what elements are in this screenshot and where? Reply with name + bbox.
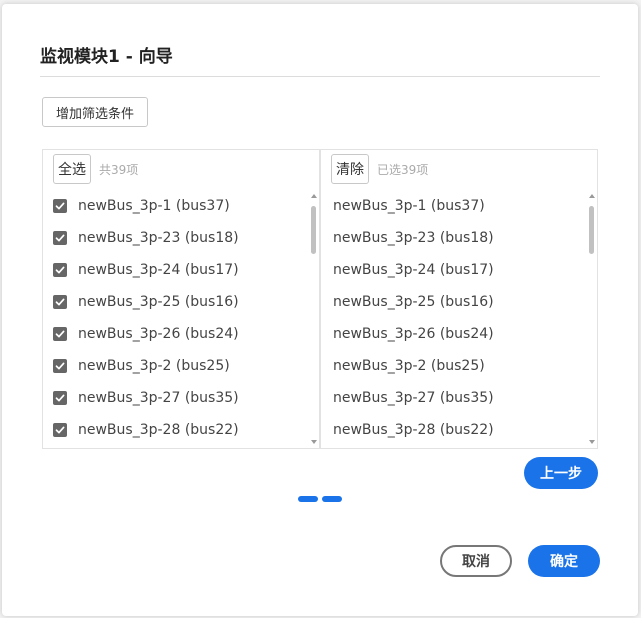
- selected-list-item[interactable]: newBus_3p-24 (bus17): [321, 254, 589, 286]
- select-all-button[interactable]: 全选: [53, 154, 91, 184]
- list-item-label: newBus_3p-1 (bus37): [78, 198, 230, 214]
- list-item-label: newBus_3p-25 (bus16): [78, 294, 239, 310]
- scroll-up-arrow-icon[interactable]: [589, 194, 595, 198]
- add-filter-button[interactable]: 增加筛选条件: [42, 97, 148, 127]
- step-indicator: [298, 496, 342, 502]
- scroll-thumb[interactable]: [311, 206, 316, 254]
- checkbox-checked-icon[interactable]: [53, 327, 67, 341]
- selected-list-panel: 清除 已选39项 newBus_3p-1 (bus37) newBus_3p-23…: [320, 149, 598, 449]
- available-list[interactable]: newBus_3p-1 (bus37) newBus_3p-23 (bus18) n…: [43, 190, 311, 446]
- list-item[interactable]: newBus_3p-27 (bus35): [43, 382, 311, 414]
- selected-list-item[interactable]: newBus_3p-1 (bus37): [321, 190, 589, 222]
- checkbox-checked-icon[interactable]: [53, 391, 67, 405]
- checkbox-checked-icon[interactable]: [53, 295, 67, 309]
- list-item-label: newBus_3p-23 (bus18): [78, 230, 239, 246]
- list-item[interactable]: newBus_3p-2 (bus25): [43, 350, 311, 382]
- list-item[interactable]: newBus_3p-23 (bus18): [43, 222, 311, 254]
- selected-list-header: 清除 已选39项: [331, 153, 428, 185]
- list-item-label: newBus_3p-2 (bus25): [78, 358, 230, 374]
- checkbox-checked-icon[interactable]: [53, 423, 67, 437]
- selected-list-item[interactable]: newBus_3p-23 (bus18): [321, 222, 589, 254]
- dialog-title: 监视模块1 - 向导: [40, 47, 173, 67]
- available-list-scrollbar[interactable]: [310, 192, 318, 446]
- previous-step-button[interactable]: 上一步: [524, 457, 598, 489]
- list-item[interactable]: newBus_3p-28 (bus22): [43, 414, 311, 446]
- step-dot: [298, 496, 318, 502]
- selected-list-item[interactable]: newBus_3p-27 (bus35): [321, 382, 589, 414]
- checkbox-checked-icon[interactable]: [53, 359, 67, 373]
- scroll-thumb[interactable]: [589, 206, 594, 254]
- list-item-label: newBus_3p-27 (bus35): [78, 390, 239, 406]
- checkbox-checked-icon[interactable]: [53, 263, 67, 277]
- checkbox-checked-icon[interactable]: [53, 231, 67, 245]
- selected-list-item[interactable]: newBus_3p-26 (bus24): [321, 318, 589, 350]
- list-item[interactable]: newBus_3p-24 (bus17): [43, 254, 311, 286]
- scroll-up-arrow-icon[interactable]: [311, 194, 317, 198]
- selected-count: 已选39项: [377, 162, 429, 177]
- selected-list[interactable]: newBus_3p-1 (bus37) newBus_3p-23 (bus18) n…: [321, 190, 589, 446]
- scroll-down-arrow-icon[interactable]: [589, 440, 595, 444]
- selected-list-item[interactable]: newBus_3p-25 (bus16): [321, 286, 589, 318]
- scroll-down-arrow-icon[interactable]: [311, 440, 317, 444]
- total-count: 共39项: [99, 162, 139, 177]
- wizard-dialog: 监视模块1 - 向导 增加筛选条件 全选 共39项 newBus_3p-1 (b…: [2, 4, 638, 616]
- checkbox-checked-icon[interactable]: [53, 199, 67, 213]
- list-item-label: newBus_3p-26 (bus24): [78, 326, 239, 342]
- cancel-button[interactable]: 取消: [440, 545, 512, 577]
- confirm-button[interactable]: 确定: [528, 545, 600, 577]
- title-divider: [40, 76, 600, 77]
- list-item[interactable]: newBus_3p-1 (bus37): [43, 190, 311, 222]
- step-dot: [322, 496, 342, 502]
- list-item-label: newBus_3p-28 (bus22): [78, 422, 239, 438]
- list-item[interactable]: newBus_3p-26 (bus24): [43, 318, 311, 350]
- selected-list-item[interactable]: newBus_3p-2 (bus25): [321, 350, 589, 382]
- list-item-label: newBus_3p-24 (bus17): [78, 262, 239, 278]
- clear-button[interactable]: 清除: [331, 154, 369, 184]
- selected-list-scrollbar[interactable]: [588, 192, 596, 446]
- available-list-header: 全选 共39项: [53, 153, 138, 185]
- selected-list-item[interactable]: newBus_3p-28 (bus22): [321, 414, 589, 446]
- available-list-panel: 全选 共39项 newBus_3p-1 (bus37) newBus_3p-23 …: [42, 149, 320, 449]
- list-item[interactable]: newBus_3p-25 (bus16): [43, 286, 311, 318]
